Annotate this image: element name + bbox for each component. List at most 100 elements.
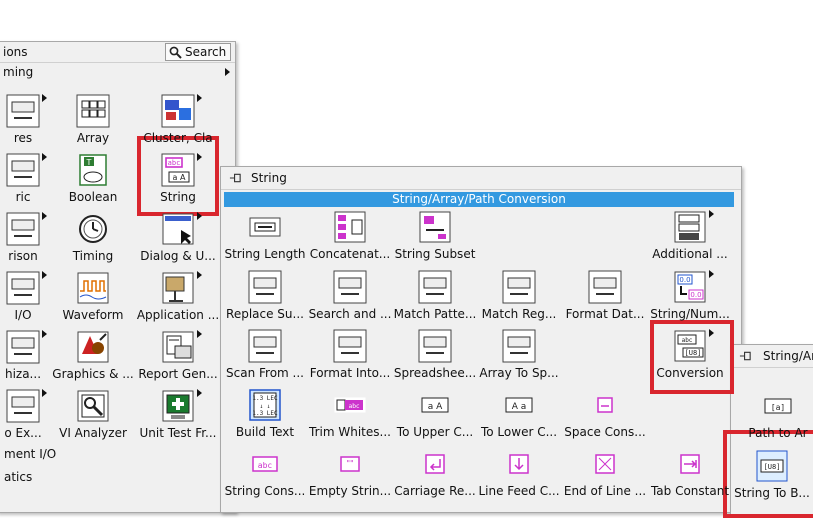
palette-item-path-to-array[interactable]: [a] Path to Ar — [735, 386, 813, 444]
to-upper-case-icon: a A — [418, 388, 452, 425]
empty-string-icon: "" — [333, 447, 367, 484]
palette-item-label: String Length — [224, 247, 306, 261]
palette-item-timing[interactable]: Timing — [50, 209, 136, 267]
palette-item-string-constant[interactable]: abc String Cons... — [222, 444, 308, 502]
pin-icon[interactable] — [739, 350, 752, 362]
palette-item-label: Trim Whites... — [309, 425, 391, 439]
palette-item-array-to-spreadsheet[interactable]: Array To Sp... — [476, 326, 562, 384]
svg-text:0.0: 0.0 — [690, 291, 701, 299]
palette-item-label: Path to Ar — [748, 426, 808, 440]
to-lower-case-icon: A a — [502, 388, 536, 425]
palette-item-string-to-byte-array[interactable]: [U8] String To B... — [729, 446, 813, 504]
palette-item-cluster[interactable]: Cluster, Cla — [135, 91, 221, 149]
search-label: Search — [185, 45, 227, 59]
palette-item-label: Spreadshee... — [393, 366, 477, 380]
string-length-icon — [248, 210, 282, 247]
palette-item-label: Array To Sp... — [479, 366, 559, 380]
palette-item-waveform[interactable]: Waveform — [50, 268, 136, 326]
palette-item-label: Additional ... — [652, 247, 728, 261]
palette-category-row[interactable]: ment I/O — [4, 447, 204, 461]
palette-item-dialog[interactable]: Dialog & U... — [135, 209, 221, 267]
palette-item-string[interactable]: abc a A String — [135, 150, 221, 208]
submenu-arrow-icon — [42, 271, 47, 279]
programming-row[interactable]: ming — [0, 63, 235, 83]
palette-item-boolean[interactable]: T Boolean — [50, 150, 136, 208]
submenu-arrow-icon — [709, 329, 714, 337]
palette-item-label: Report Gen... — [138, 367, 218, 381]
palette-item-end-of-line[interactable]: End of Line ... — [562, 444, 648, 502]
palette-item-label: To Upper C... — [396, 425, 474, 439]
string-number-conversion-icon: 0.0 0.0 — [673, 270, 707, 307]
svg-text:abc: abc — [168, 159, 181, 167]
palette-item-empty-string[interactable]: "" Empty Strin... — [307, 444, 393, 502]
array-to-spreadsheet-icon — [502, 329, 536, 366]
format-date-time-icon — [588, 270, 622, 307]
palette-item-unit-test-framework[interactable]: Unit Test Fr... — [135, 386, 221, 444]
boolean-icon: T — [76, 153, 110, 190]
match-pattern-icon — [418, 270, 452, 307]
additional-string-functions-icon — [673, 210, 707, 247]
string-palette-titlebar: String — [221, 167, 741, 190]
palette-item-line-feed[interactable]: Line Feed C... — [476, 444, 562, 502]
palette-item-vi-analyzer[interactable]: VI Analyzer — [50, 386, 136, 444]
vi-analyzer-icon — [76, 389, 110, 426]
palette-item-label: String To B... — [734, 486, 810, 500]
svg-text:[U8]: [U8] — [685, 349, 702, 357]
conversion-palette-titlebar: String/Ar — [731, 345, 813, 368]
palette-item-label: Space Cons... — [564, 425, 646, 439]
svg-text:T: T — [86, 158, 92, 167]
palette-item-to-lower-case[interactable]: A a To Lower C... — [476, 385, 562, 443]
svg-text:1.3 LEC: 1.3 LEC — [252, 395, 278, 402]
palette-item-scan-from-string[interactable]: Scan From ... — [222, 326, 308, 384]
palette-item-report-generation[interactable]: Report Gen... — [135, 327, 221, 385]
palette-item-array[interactable]: Array — [50, 91, 136, 149]
svg-text:[U8]: [U8] — [764, 463, 781, 471]
palette-item-application-control[interactable]: Application ... — [135, 268, 221, 326]
svg-text:0.0: 0.0 — [679, 276, 690, 284]
svg-text:[a]: [a] — [771, 403, 785, 412]
submenu-arrow-icon — [197, 271, 202, 279]
svg-text:"": "" — [346, 459, 353, 468]
palette-item-format-date-time[interactable]: Format Dat... — [562, 267, 648, 325]
search-button[interactable]: Search — [165, 43, 231, 61]
palette-item-trim-whitespace[interactable]: abc Trim Whites... — [307, 385, 393, 443]
palette-item-label: Dialog & U... — [140, 249, 216, 263]
replace-substring-icon — [248, 270, 282, 307]
submenu-arrow-icon — [42, 389, 47, 397]
palette-item-label: End of Line ... — [563, 484, 647, 498]
palette-item-string-length[interactable]: String Length — [222, 207, 308, 265]
palette-item-label: Replace Su... — [226, 307, 304, 321]
palette-item-format-into-string[interactable]: Format Into... — [307, 326, 393, 384]
palette-item-match-regular-expression[interactable]: Match Reg... — [476, 267, 562, 325]
palette-item-label: Match Patte... — [393, 307, 477, 321]
palette-item-search-and-replace[interactable]: Search and ... — [307, 267, 393, 325]
example-icon — [6, 389, 40, 426]
palette-item-build-text[interactable]: 1.3 LEC ↓ ↓ 1.3 LEC Build Text — [222, 385, 308, 443]
string-subset-icon — [418, 210, 452, 247]
conversion-icon: abc [U8] — [673, 329, 707, 366]
concatenate-icon — [333, 210, 367, 247]
palette-item-spreadsheet-string[interactable]: Spreadshee... — [392, 326, 478, 384]
palette-item-to-upper-case[interactable]: a A To Upper C... — [392, 385, 478, 443]
palette-item-label: Carriage Re... — [394, 484, 476, 498]
palette-category-row[interactable]: atics — [4, 470, 204, 484]
submenu-arrow-icon — [197, 330, 202, 338]
palette-item-label: String — [160, 190, 196, 204]
palette-item-string-number-conversion[interactable]: 0.0 0.0 String/Num... — [647, 267, 733, 325]
palette-item-label: Application ... — [136, 308, 220, 322]
palette-item-replace-substring[interactable]: Replace Su... — [222, 267, 308, 325]
palette-item-label: Unit Test Fr... — [139, 426, 217, 440]
palette-item-label: String Cons... — [224, 484, 306, 498]
palette-item-tab-constant[interactable]: Tab Constant — [647, 444, 733, 502]
palette-item-concatenate[interactable]: Concatenat... — [307, 207, 393, 265]
palette-item-conversion[interactable]: abc [U8] Conversion — [647, 326, 733, 384]
pin-icon[interactable] — [229, 172, 242, 184]
palette-item-space-constant[interactable]: Space Cons... — [562, 385, 648, 443]
palette-item-match-pattern[interactable]: Match Patte... — [392, 267, 478, 325]
palette-item-string-subset[interactable]: String Subset — [392, 207, 478, 265]
dialog-icon — [161, 212, 195, 249]
palette-item-graphics-sound[interactable]: Graphics & ... — [50, 327, 136, 385]
palette-item-carriage-return[interactable]: Carriage Re... — [392, 444, 478, 502]
palette-item-additional-string-functions[interactable]: Additional ... — [647, 207, 733, 265]
palette-item-label: Graphics & ... — [52, 367, 134, 381]
